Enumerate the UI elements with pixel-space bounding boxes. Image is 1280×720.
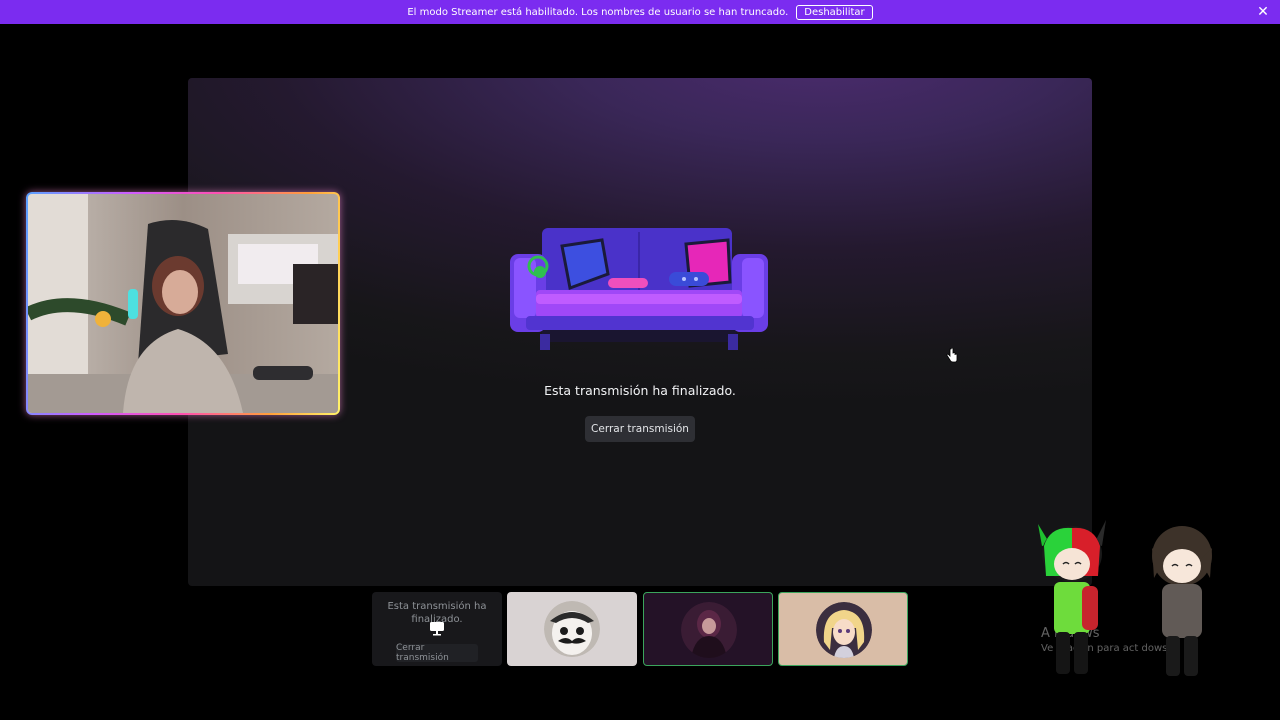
webcam-overlay [26,192,340,415]
chibi-character-right [1152,526,1212,676]
streamer-mode-banner: El modo Streamer está habilitado. Los no… [0,0,1280,24]
close-icon[interactable]: ✕ [1256,5,1270,19]
hand-cursor-icon [946,348,958,363]
tile-close-stream-button[interactable]: Cerrar transmisión [396,643,478,663]
webcam-video [28,194,338,413]
masked-character-avatar [544,601,600,657]
disable-streamer-mode-button[interactable]: Deshabilitar [796,4,873,20]
participant-tile-speaking[interactable] [643,592,773,666]
close-stream-button[interactable]: Cerrar transmisión [585,416,695,442]
ended-stream-tile[interactable]: Esta transmisión ha finalizado. Cerrar t… [372,592,502,666]
chibi-character-left [1038,520,1106,674]
dark-character-avatar [681,602,737,658]
blonde-character-avatar [816,602,872,658]
couch-illustration [510,228,768,350]
screen-share-icon [430,622,444,636]
participant-tile[interactable] [507,592,637,666]
banner-message: El modo Streamer está habilitado. Los no… [407,6,789,18]
participant-tile-speaking[interactable] [778,592,908,666]
